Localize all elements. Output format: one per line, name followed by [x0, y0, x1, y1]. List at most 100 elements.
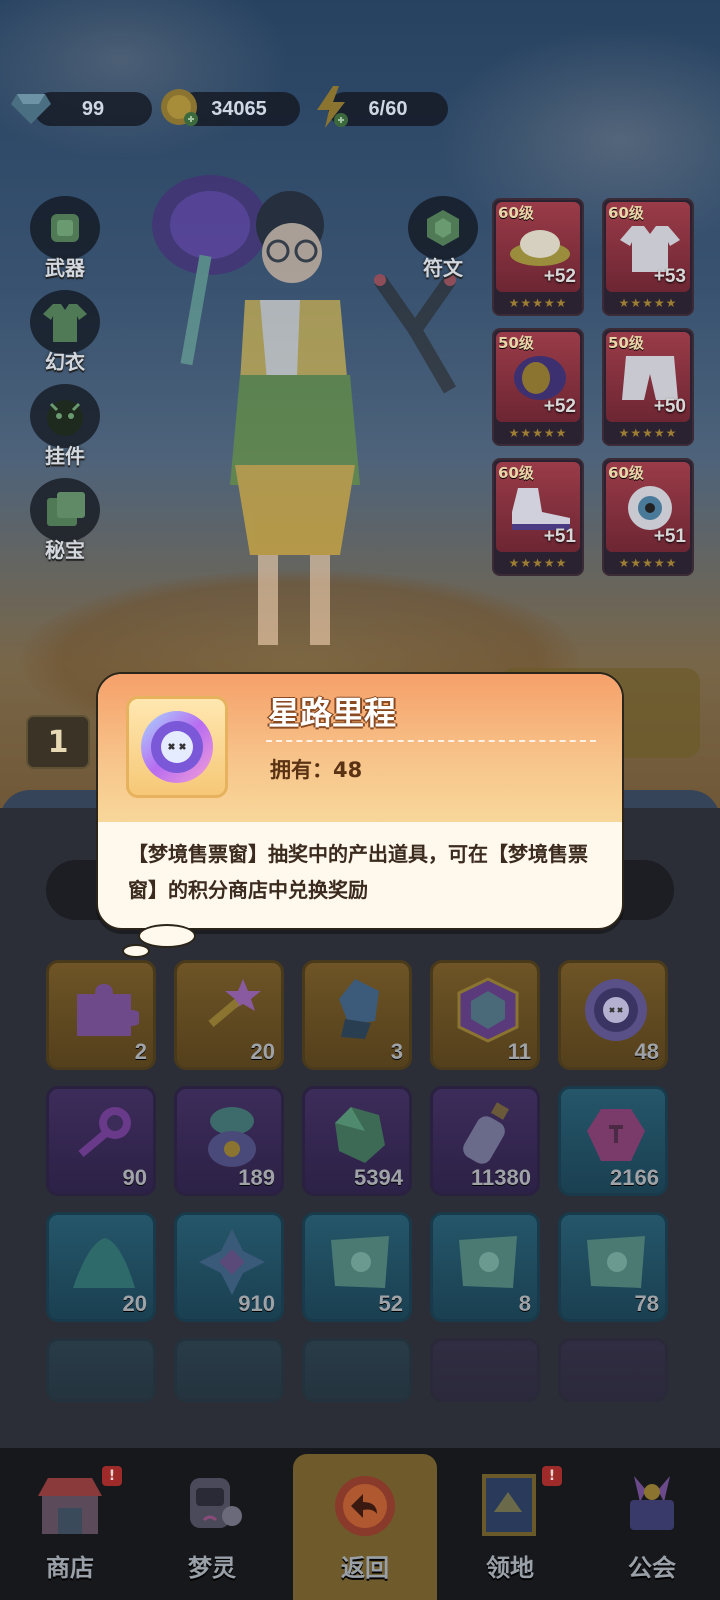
equipment-stars: ★★★★★ — [508, 556, 568, 570]
return-icon — [326, 1468, 404, 1542]
equipment-level: 60级 — [498, 464, 534, 482]
sand-pile-icon — [59, 1223, 149, 1301]
nav-return-label: 返回 — [341, 1554, 389, 1582]
equipment-slot-coat[interactable]: 60级 +53 ★★★★★ — [602, 198, 694, 316]
side-menu-treasure-label: 秘宝 — [45, 538, 85, 562]
prism-cube-icon — [443, 971, 533, 1049]
item-count: 5394 — [354, 1165, 403, 1190]
treasure-icon — [30, 478, 100, 542]
equipment-level: 60级 — [608, 464, 644, 482]
nav-territory[interactable]: 领地 — [450, 1468, 570, 1594]
inventory-slot[interactable]: 11380 — [430, 1086, 540, 1196]
item-count: 20 — [122, 1291, 147, 1316]
coin-count: 34065 — [211, 97, 267, 120]
side-menu-outfit[interactable]: 幻衣 — [24, 290, 106, 380]
shop-notification-badge: ! — [102, 1466, 122, 1486]
inventory-slot[interactable] — [174, 1338, 284, 1402]
map-scroll-icon — [315, 1223, 405, 1301]
side-menu-weapon[interactable]: 武器 — [24, 196, 106, 286]
inventory-slot[interactable]: 78 — [558, 1212, 668, 1322]
equipment-level: 50级 — [608, 334, 644, 352]
equipment-slot-pants[interactable]: 50级 +50 ★★★★★ — [602, 328, 694, 446]
potion-bottle-icon — [443, 1097, 533, 1175]
rune-button[interactable]: 符文 — [402, 196, 484, 286]
territory-notification-badge: ! — [542, 1466, 562, 1486]
item-count: 52 — [378, 1291, 403, 1316]
inventory-slot[interactable]: 910 — [174, 1212, 284, 1322]
equipment-stars: ★★★★★ — [618, 556, 678, 570]
inventory-slot[interactable]: 2166 — [558, 1086, 668, 1196]
tooltip-bubble-tail-small — [122, 944, 150, 958]
equipment-slot-hat[interactable]: 60级 +52 ★★★★★ — [492, 198, 584, 316]
purple-key-icon — [59, 1097, 149, 1175]
equipment-stars: ★★★★★ — [508, 296, 568, 310]
side-menu-treasure[interactable]: 秘宝 — [24, 478, 106, 568]
equipment-plus: +53 — [653, 266, 686, 287]
shop-icon — [31, 1468, 109, 1542]
side-menu-weapon-label: 武器 — [45, 256, 85, 280]
item-count: 910 — [238, 1291, 275, 1316]
side-menu-pendant[interactable]: 挂件 — [24, 384, 106, 474]
inventory-slot[interactable]: 189 — [174, 1086, 284, 1196]
item-count: 2166 — [610, 1165, 659, 1190]
green-gem-icon — [315, 1097, 405, 1175]
nav-dream-spirit[interactable]: 梦灵 — [152, 1468, 272, 1594]
map-scroll-icon — [443, 1223, 533, 1301]
nav-shop-label: 商店 — [46, 1554, 94, 1582]
equipment-stars: ★★★★★ — [508, 426, 568, 440]
inventory-slot[interactable]: 11 — [430, 960, 540, 1070]
item-count: 3 — [390, 1039, 403, 1064]
owned-count: 48 — [333, 758, 363, 782]
slingshot-weapon — [374, 274, 457, 394]
nav-guild[interactable]: 公会 — [592, 1468, 712, 1594]
rune-fragment-icon — [187, 1223, 277, 1301]
inventory-slot[interactable]: 8 — [430, 1212, 540, 1322]
equipment-slot-bracer[interactable]: 50级 +52 ★★★★★ — [492, 328, 584, 446]
outfit-icon — [30, 290, 100, 354]
coin-icon — [158, 86, 200, 128]
gem-icon — [10, 86, 52, 128]
side-menu-pendant-label: 挂件 — [45, 444, 85, 468]
item-count: 78 — [634, 1291, 659, 1316]
inventory-slot[interactable]: 48 — [558, 960, 668, 1070]
level-badge: 1 — [26, 715, 90, 769]
inventory-slot[interactable]: 90 — [46, 1086, 156, 1196]
inventory-slot[interactable] — [558, 1338, 668, 1402]
nav-guild-label: 公会 — [628, 1554, 676, 1582]
map-scroll-icon — [571, 1223, 661, 1301]
item-tooltip: 星路里程 拥有：48 【梦境售票窗】抽奖中的产出道具，可在【梦境售票窗】的积分商… — [96, 672, 624, 930]
puzzle-piece-icon — [59, 971, 149, 1049]
rune-icon — [408, 196, 478, 260]
inventory-slot[interactable]: 2 — [46, 960, 156, 1070]
nav-return[interactable]: 返回 — [305, 1468, 425, 1594]
nav-dream-spirit-label: 梦灵 — [188, 1554, 236, 1582]
energy-icon — [310, 86, 352, 128]
player-character — [152, 175, 360, 645]
hat-icon — [510, 230, 570, 266]
inventory-slot[interactable] — [46, 1338, 156, 1402]
tooltip-description: 【梦境售票窗】抽奖中的产出道具，可在【梦境售票窗】的积分商店中兑换奖励 — [128, 842, 588, 902]
inventory-slot[interactable]: 3 — [302, 960, 412, 1070]
rune-label: 符文 — [423, 256, 463, 280]
inventory-slot[interactable]: 20 — [46, 1212, 156, 1322]
inventory-slot[interactable]: 5394 — [302, 1086, 412, 1196]
equipment-level: 60级 — [498, 204, 534, 222]
equipment-level: 50级 — [498, 334, 534, 352]
owned-label: 拥有： — [270, 758, 333, 782]
inventory-slot[interactable] — [430, 1338, 540, 1402]
inventory-slot[interactable] — [302, 1338, 412, 1402]
crystal-ore-icon — [315, 971, 405, 1049]
gem-count: 99 — [81, 97, 105, 120]
side-menu-outfit-label: 幻衣 — [45, 350, 85, 374]
item-count: 20 — [250, 1039, 275, 1064]
equipment-plus: +52 — [543, 266, 576, 287]
equipment-slot-shoes[interactable]: 60级 +51 ★★★★★ — [492, 458, 584, 576]
inventory-slot[interactable]: 20 — [174, 960, 284, 1070]
level-number: 1 — [47, 724, 69, 760]
nav-shop[interactable]: 商店 — [10, 1468, 130, 1594]
weapon-icon — [30, 196, 100, 260]
inventory-slot[interactable]: 52 — [302, 1212, 412, 1322]
equipment-slot-eye-gear[interactable]: 60级 +51 ★★★★★ — [602, 458, 694, 576]
nav-territory-label: 领地 — [486, 1554, 534, 1582]
equipment-plus: +50 — [653, 396, 686, 417]
